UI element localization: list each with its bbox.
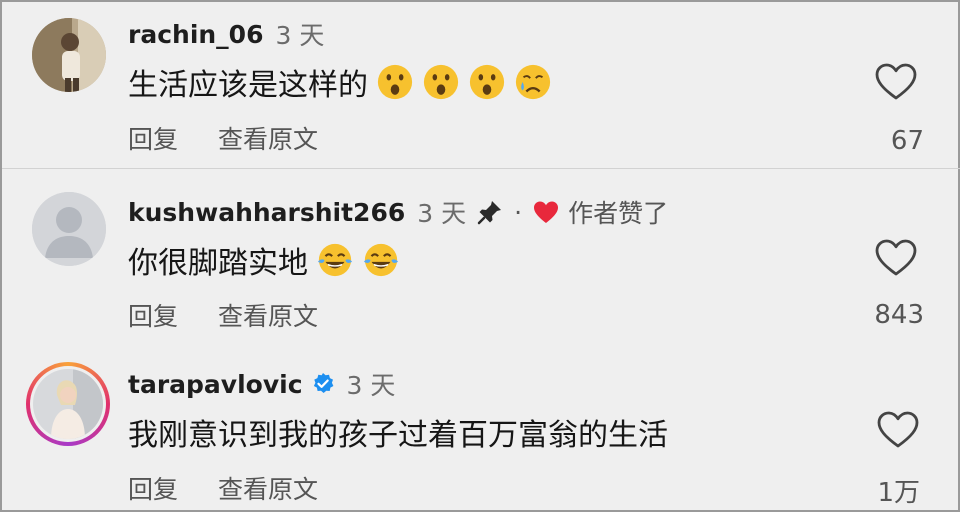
hushed-face-icon bbox=[468, 63, 506, 101]
heart-outline-icon[interactable] bbox=[874, 62, 918, 102]
timestamp: 3 天 bbox=[275, 21, 325, 50]
pin-icon bbox=[477, 201, 502, 225]
avatar[interactable] bbox=[32, 18, 106, 92]
reply-button[interactable]: 回复 bbox=[128, 297, 178, 333]
comment-text-content: 生活应该是这样的 bbox=[128, 68, 368, 103]
timestamp: 3 天 bbox=[417, 199, 467, 228]
timestamp: 3 天 bbox=[346, 371, 396, 400]
username[interactable]: kushwahharshit266 bbox=[128, 198, 405, 227]
like-count: 1万 bbox=[877, 478, 920, 508]
verified-badge-icon bbox=[313, 373, 333, 393]
hushed-face-icon bbox=[422, 63, 460, 101]
see-translation-button[interactable]: 查看原文 bbox=[218, 297, 318, 333]
comment-actions: 回复 查看原文 bbox=[128, 120, 318, 156]
comment-item: tarapavlovic 3 天 我刚意识到我的孩子过着百万富翁的生活 回复 查… bbox=[2, 340, 960, 508]
like-count: 67 bbox=[890, 126, 924, 156]
avatar-story-ring[interactable] bbox=[26, 362, 110, 446]
comment-actions: 回复 查看原文 bbox=[128, 297, 318, 333]
comment-actions: 回复 查看原文 bbox=[128, 470, 318, 506]
avatar[interactable] bbox=[32, 192, 106, 266]
hushed-face-icon bbox=[376, 63, 414, 101]
heart-filled-icon bbox=[534, 201, 559, 223]
see-translation-button[interactable]: 查看原文 bbox=[218, 470, 318, 506]
username[interactable]: tarapavlovic bbox=[128, 370, 303, 399]
like-count: 843 bbox=[874, 300, 924, 330]
comment-text: 我刚意识到我的孩子过着百万富翁的生活 bbox=[128, 410, 668, 454]
comment-header: tarapavlovic 3 天 bbox=[128, 366, 395, 402]
comment-text: 生活应该是这样的 bbox=[128, 60, 552, 104]
reply-button[interactable]: 回复 bbox=[128, 470, 178, 506]
username[interactable]: rachin_06 bbox=[128, 20, 263, 49]
author-liked-label: 作者赞了 bbox=[568, 199, 669, 228]
crying-face-icon bbox=[514, 63, 552, 101]
comment-text-content: 你很脚踏实地 bbox=[128, 246, 308, 281]
tears-of-joy-icon bbox=[362, 241, 400, 279]
divider bbox=[2, 168, 960, 169]
comment-header: rachin_06 3 天 bbox=[128, 16, 324, 52]
comment-item: kushwahharshit266 3 天 · 作者赞了 你很脚踏实地 回复 查… bbox=[2, 170, 960, 338]
reply-button[interactable]: 回复 bbox=[128, 120, 178, 156]
comment-item: rachin_06 3 天 生活应该是这样的 回复 查看原文 67 bbox=[2, 2, 960, 170]
comments-panel: rachin_06 3 天 生活应该是这样的 回复 查看原文 67 kushwa… bbox=[0, 0, 960, 512]
avatar bbox=[33, 369, 103, 439]
heart-outline-icon[interactable] bbox=[876, 410, 920, 450]
comment-header: kushwahharshit266 3 天 · 作者赞了 bbox=[128, 194, 668, 230]
avatar-inner bbox=[30, 366, 106, 442]
tears-of-joy-icon bbox=[316, 241, 354, 279]
comment-text-content: 我刚意识到我的孩子过着百万富翁的生活 bbox=[128, 418, 668, 453]
separator-dot: · bbox=[514, 197, 523, 227]
see-translation-button[interactable]: 查看原文 bbox=[218, 120, 318, 156]
comment-text: 你很脚踏实地 bbox=[128, 238, 400, 282]
heart-outline-icon[interactable] bbox=[874, 238, 918, 278]
